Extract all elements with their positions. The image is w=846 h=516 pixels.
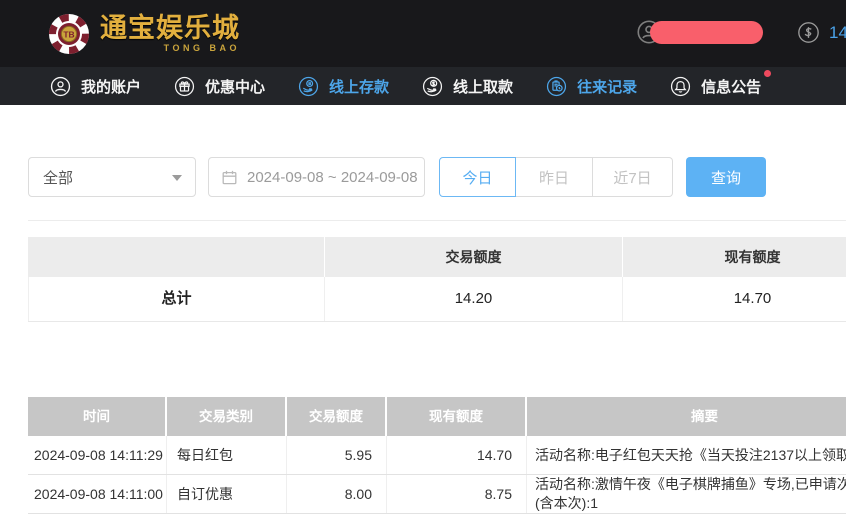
summary-header-amount: 交易额度	[325, 237, 623, 277]
type-select-value: 全部	[43, 167, 73, 188]
summary-header-balance: 现有额度	[623, 237, 846, 277]
records-header-type: 交易类别	[167, 397, 287, 436]
date-range-input[interactable]: 2024-09-08 ~ 2024-09-08	[208, 157, 425, 197]
topbar: TB 通宝娱乐城 TONG BAO 14	[0, 0, 846, 67]
summary-total-balance: 14.70	[622, 277, 846, 321]
brand-name: 通宝娱乐城	[100, 15, 240, 42]
deposit-coin-icon	[296, 74, 321, 99]
records-header-time: 时间	[28, 397, 167, 436]
row-time: 2024-09-08 14:11:29	[28, 436, 167, 474]
today-button[interactable]: 今日	[439, 157, 516, 197]
redacted-username	[650, 21, 763, 44]
nav-announcements[interactable]: 信息公告	[668, 74, 761, 99]
records-header-summary: 摘要	[527, 397, 846, 436]
yesterday-button[interactable]: 昨日	[516, 157, 593, 197]
withdraw-coin-icon	[420, 74, 445, 99]
brand-subname: TONG BAO	[100, 44, 240, 53]
summary-header-empty	[28, 237, 325, 277]
gift-icon	[172, 74, 197, 99]
section-divider	[28, 220, 846, 221]
poker-chip-logo-icon: TB	[47, 12, 91, 56]
row-time: 2024-09-08 14:11:00	[28, 475, 167, 513]
filter-bar: 全部 2024-09-08 ~ 2024-09-08 今日 昨日 近7日 查询	[28, 157, 846, 197]
row-type: 自订优惠	[167, 475, 287, 513]
table-row: 2024-09-08 14:11:00 自订优惠 8.00 8.75 活动名称:…	[28, 475, 846, 514]
row-amount: 8.00	[287, 475, 387, 513]
nav-online-withdrawal[interactable]: 线上取款	[420, 74, 513, 99]
nav-my-account[interactable]: 我的账户	[48, 74, 141, 99]
bell-icon	[668, 74, 693, 99]
user-account-area[interactable]	[634, 17, 763, 47]
summary-total-row: 总计 14.20 14.70	[28, 277, 846, 322]
calendar-icon	[221, 169, 238, 186]
row-amount: 5.95	[287, 436, 387, 474]
quick-range-group: 今日 昨日 近7日	[439, 157, 673, 197]
row-balance: 8.75	[387, 475, 527, 513]
svg-text:TB: TB	[63, 29, 74, 39]
nav-online-deposit[interactable]: 线上存款	[296, 74, 389, 99]
nav-label: 线上存款	[329, 76, 389, 97]
records-header-amount: 交易额度	[287, 397, 387, 436]
summary-total-amount: 14.20	[324, 277, 623, 321]
nav-label: 信息公告	[701, 76, 761, 97]
nav-label: 往来记录	[577, 76, 637, 97]
row-balance: 14.70	[387, 436, 527, 474]
table-row: 2024-09-08 14:11:29 每日红包 5.95 14.70 活动名称…	[28, 436, 846, 475]
records-table: 时间 交易类别 交易额度 现有额度 摘要 2024-09-08 14:11:29…	[28, 397, 846, 514]
chevron-down-icon	[172, 175, 182, 181]
user-icon	[48, 74, 73, 99]
records-content: 全部 2024-09-08 ~ 2024-09-08 今日 昨日 近7日 查询	[28, 157, 846, 514]
date-range-value: 2024-09-08 ~ 2024-09-08	[247, 169, 418, 186]
summary-table: 交易额度 现有额度 总计 14.20 14.70	[28, 237, 846, 322]
dollar-coin-icon	[795, 19, 822, 46]
nav-transaction-records[interactable]: 往来记录	[544, 74, 637, 99]
nav-promotions[interactable]: 线上存款 优惠中心	[172, 74, 265, 99]
records-table-header: 时间 交易类别 交易额度 现有额度 摘要	[28, 397, 846, 436]
last7days-button[interactable]: 近7日	[593, 157, 673, 197]
row-summary: 活动名称:激情午夜《电子棋牌捕鱼》专场,已申请次数(含本次):1	[527, 475, 846, 513]
records-header-balance: 现有额度	[387, 397, 527, 436]
summary-table-header: 交易额度 现有额度	[28, 237, 846, 277]
balance-area[interactable]: 14	[795, 19, 846, 46]
summary-total-label: 总计	[28, 277, 325, 321]
row-type: 每日红包	[167, 436, 287, 474]
records-clipboard-icon	[544, 74, 569, 99]
balance-value: 14	[829, 23, 846, 43]
nav-label: 线上取款	[453, 76, 513, 97]
type-select[interactable]: 全部	[28, 157, 196, 197]
notification-dot	[764, 70, 771, 77]
transaction-records-page: TB 通宝娱乐城 TONG BAO 14	[0, 0, 846, 516]
brand-text: 通宝娱乐城 TONG BAO	[100, 15, 240, 53]
main-nav: 我的账户 线上存款 优惠中心 线上存款	[0, 67, 846, 105]
row-summary: 活动名称:电子红包天天抢《当天投注2137以上领取》	[527, 436, 846, 474]
brand-logo[interactable]: TB 通宝娱乐城 TONG BAO	[47, 12, 240, 56]
nav-label: 我的账户	[81, 76, 141, 97]
nav-label: 优惠中心	[205, 76, 265, 97]
search-button[interactable]: 查询	[686, 157, 766, 197]
